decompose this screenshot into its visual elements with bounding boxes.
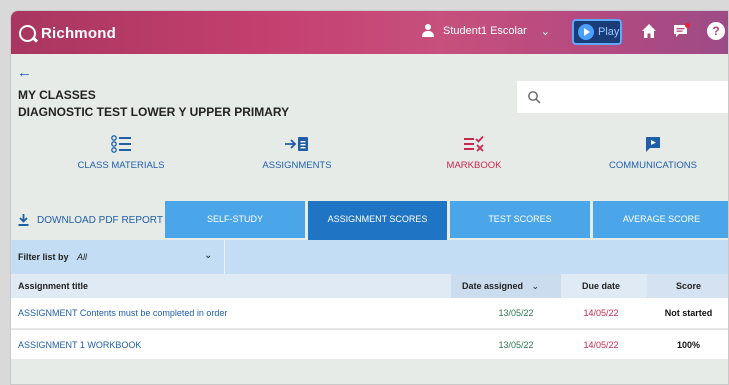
help-icon[interactable]: ? (707, 22, 725, 40)
class-nav: CLASS MATERIALS ASSIGNMENTS MARKBOOK COM… (11, 133, 728, 181)
tab-test-scores[interactable]: TEST SCORES (450, 201, 590, 238)
nav-markbook[interactable]: MARKBOOK (384, 133, 564, 171)
col-due-date[interactable]: Due date (561, 274, 641, 298)
user-icon (421, 24, 435, 38)
play-label: Play (598, 26, 620, 38)
score: 100% (676, 340, 701, 350)
download-label: DOWNLOAD PDF REPORT (37, 214, 163, 226)
nav-assignments[interactable]: ASSIGNMENTS (207, 133, 387, 171)
app-window: Richmond Student1 Escolar ⌄ Play ? ← MY … (10, 10, 729, 385)
notification-dot-icon (685, 23, 690, 28)
chevron-down-icon[interactable]: ⌄ (204, 250, 212, 261)
nav-label: CLASS MATERIALS (77, 160, 165, 171)
play-button[interactable]: Play (572, 19, 622, 45)
col-label: Date assigned (462, 281, 524, 291)
date-assigned: 13/05/22 (498, 308, 534, 318)
back-arrow-icon[interactable]: ← (17, 64, 32, 81)
col-score[interactable]: Score (647, 274, 728, 298)
chat-icon (646, 137, 660, 152)
page-title: MY CLASSES (18, 88, 96, 102)
col-assignment-title[interactable]: Assignment title (18, 274, 88, 298)
date-assigned: 13/05/22 (498, 340, 534, 350)
tab-assignment-scores[interactable]: ASSIGNMENT SCORES (308, 201, 447, 240)
search-input[interactable] (547, 87, 727, 107)
filter-bar: Filter list by All ⌄ (11, 240, 728, 274)
assignment-icon (285, 137, 308, 151)
due-date: 14/05/22 (583, 340, 619, 350)
search-box (517, 81, 728, 113)
home-icon[interactable] (641, 23, 657, 39)
user-menu[interactable]: Student1 Escolar ⌄ (421, 24, 550, 38)
class-name: DIAGNOSTIC TEST LOWER Y UPPER PRIMARY (18, 105, 290, 119)
nav-label: COMMUNICATIONS (609, 160, 697, 171)
assignment-title-link[interactable]: ASSIGNMENT Contents must be completed in… (18, 298, 227, 328)
filter-select[interactable]: All (77, 252, 87, 262)
nav-class-materials[interactable]: CLASS MATERIALS (31, 133, 211, 171)
top-bar: Richmond Student1 Escolar ⌄ Play ? (11, 11, 728, 54)
assignment-title-link[interactable]: ASSIGNMENT 1 WORKBOOK (18, 330, 141, 360)
nav-label: MARKBOOK (446, 160, 502, 171)
richmond-logo-icon (19, 24, 36, 42)
score: Not started (664, 308, 713, 318)
tab-average-score[interactable]: AVERAGE SCORE (593, 201, 728, 238)
table-row[interactable]: ASSIGNMENT Contents must be completed in… (11, 298, 728, 328)
divider (224, 240, 225, 274)
messages-icon[interactable] (673, 23, 691, 39)
brand-name: Richmond (41, 24, 116, 42)
user-name: Student1 Escolar (443, 25, 527, 37)
download-pdf-button[interactable]: DOWNLOAD PDF REPORT (18, 208, 163, 232)
tab-self-study[interactable]: SELF-STUDY (165, 201, 305, 238)
search-icon[interactable] (527, 90, 541, 104)
markbook-icon (464, 135, 484, 152)
table-row[interactable]: ASSIGNMENT 1 WORKBOOK 13/05/22 14/05/22 … (11, 329, 728, 360)
due-date: 14/05/22 (583, 308, 619, 318)
sort-chevron-icon: ⌄ (531, 281, 540, 291)
brand-logo[interactable]: Richmond (19, 22, 116, 44)
report-tabs: DOWNLOAD PDF REPORT SELF-STUDY ASSIGNMEN… (11, 201, 728, 240)
list-icon (111, 135, 131, 153)
chevron-down-icon: ⌄ (540, 25, 550, 38)
download-icon (18, 214, 29, 226)
table-header: Assignment title Date assigned ⌄ Due dat… (11, 274, 728, 298)
nav-label: ASSIGNMENTS (262, 160, 332, 171)
play-icon (578, 24, 594, 40)
col-date-assigned[interactable]: Date assigned ⌄ (451, 274, 561, 298)
nav-communications[interactable]: COMMUNICATIONS (563, 133, 728, 171)
filter-label: Filter list by (18, 252, 69, 262)
